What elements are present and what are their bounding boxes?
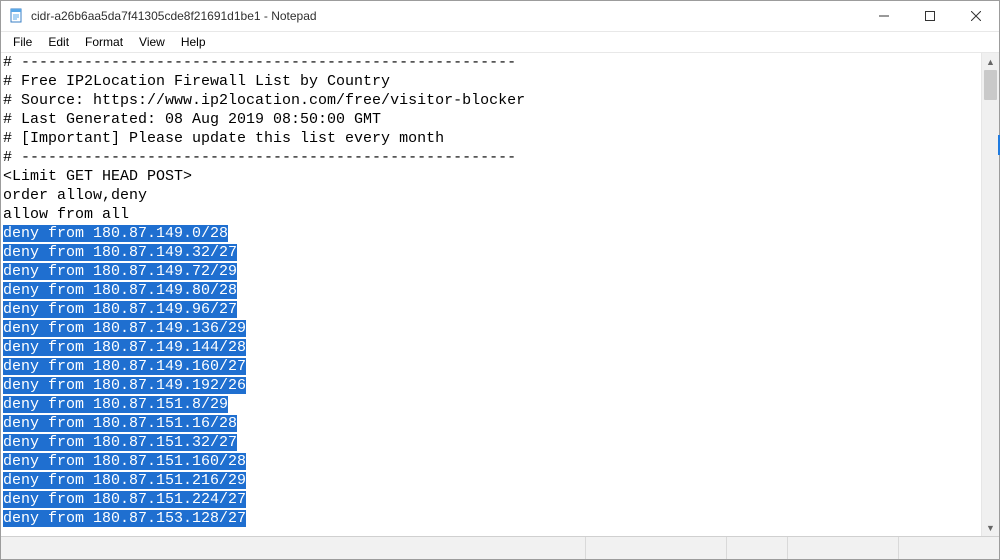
text-line: # [Important] Please update this list ev… (3, 129, 979, 148)
status-cell (727, 537, 788, 559)
close-button[interactable] (953, 1, 999, 31)
minimize-button[interactable] (861, 1, 907, 31)
text-line-selected: deny from 180.87.149.72/29 (3, 262, 979, 281)
text-line: # Source: https://www.ip2location.com/fr… (3, 91, 979, 110)
text-line: # Free IP2Location Firewall List by Coun… (3, 72, 979, 91)
text-line: # --------------------------------------… (3, 148, 979, 167)
text-line-selected: deny from 180.87.151.224/27 (3, 490, 979, 509)
menu-help[interactable]: Help (173, 33, 214, 51)
text-line-selected: deny from 180.87.149.136/29 (3, 319, 979, 338)
text-line-selected: deny from 180.87.151.32/27 (3, 433, 979, 452)
scroll-up-arrow-icon[interactable]: ▲ (982, 53, 999, 70)
text-line-selected: deny from 180.87.149.96/27 (3, 300, 979, 319)
menu-edit[interactable]: Edit (40, 33, 77, 51)
text-line-selected: deny from 180.87.151.160/28 (3, 452, 979, 471)
status-cell (788, 537, 899, 559)
notepad-app-icon (9, 8, 25, 24)
status-cell (1, 537, 586, 559)
text-line-selected: deny from 180.87.151.16/28 (3, 414, 979, 433)
text-editor[interactable]: # --------------------------------------… (1, 53, 981, 528)
text-line-selected: deny from 180.87.149.0/28 (3, 224, 979, 243)
statusbar (1, 536, 999, 559)
client-area: # --------------------------------------… (1, 52, 999, 536)
text-line-selected: deny from 180.87.149.80/28 (3, 281, 979, 300)
menu-format[interactable]: Format (77, 33, 131, 51)
scroll-down-arrow-icon[interactable]: ▼ (982, 519, 999, 536)
text-line-selected: deny from 180.87.149.144/28 (3, 338, 979, 357)
scrollbar-thumb[interactable] (984, 70, 997, 100)
text-line-selected: deny from 180.87.149.192/26 (3, 376, 979, 395)
text-line-selected: deny from 180.87.149.160/27 (3, 357, 979, 376)
text-line-selected: deny from 180.87.153.128/27 (3, 509, 979, 528)
text-line-selected: deny from 180.87.151.216/29 (3, 471, 979, 490)
editor-viewport: # --------------------------------------… (1, 53, 981, 536)
vertical-scrollbar[interactable]: ▲ ▼ (981, 53, 999, 536)
text-line-selected: deny from 180.87.151.8/29 (3, 395, 979, 414)
notepad-window: cidr-a26b6aa5da7f41305cde8f21691d1be1 - … (0, 0, 1000, 560)
maximize-button[interactable] (907, 1, 953, 31)
window-title: cidr-a26b6aa5da7f41305cde8f21691d1be1 - … (31, 9, 317, 23)
text-line: order allow,deny (3, 186, 979, 205)
text-line: <Limit GET HEAD POST> (3, 167, 979, 186)
menubar: File Edit Format View Help (1, 32, 999, 52)
text-line: # --------------------------------------… (3, 53, 979, 72)
menu-view[interactable]: View (131, 33, 173, 51)
text-line: allow from all (3, 205, 979, 224)
status-cell (899, 537, 999, 559)
scrollbar-track[interactable] (982, 70, 999, 519)
menu-file[interactable]: File (5, 33, 40, 51)
status-cell (586, 537, 727, 559)
text-line-selected: deny from 180.87.149.32/27 (3, 243, 979, 262)
titlebar[interactable]: cidr-a26b6aa5da7f41305cde8f21691d1be1 - … (1, 1, 999, 32)
text-line: # Last Generated: 08 Aug 2019 08:50:00 G… (3, 110, 979, 129)
